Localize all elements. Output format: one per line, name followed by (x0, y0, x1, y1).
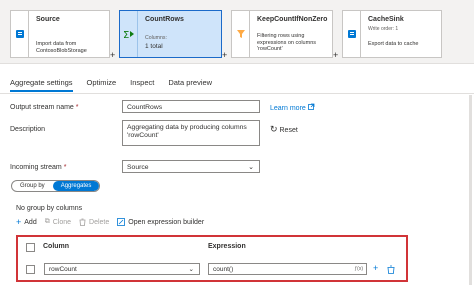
expression-builder-icon (117, 218, 126, 226)
select-all-checkbox[interactable] (26, 243, 35, 252)
chevron-down-icon: ⌄ (248, 164, 254, 171)
row-checkbox[interactable] (26, 265, 35, 274)
tab-aggregate-settings[interactable]: Aggregate settings (10, 78, 73, 92)
copy-icon: ⧉ (44, 218, 50, 225)
sink-node-description: Export data to cache (368, 41, 419, 47)
source-node-title: Source (36, 16, 60, 23)
settings-tabs: Aggregate settings Optimize Inspect Data… (10, 78, 212, 92)
source-node[interactable]: Source Import data from ContosoBlobStora… (10, 10, 110, 58)
column-select[interactable]: rowCount ⌄ (44, 263, 200, 275)
no-group-by-hint: No group by columns (16, 205, 83, 212)
svg-text:Σ: Σ (123, 30, 129, 39)
add-after-source-button[interactable]: + (110, 50, 115, 60)
sink-icon (343, 11, 361, 57)
function-icon[interactable]: ƒ(x) (354, 266, 363, 272)
reset-button[interactable]: ↻ Reset (270, 124, 298, 135)
description-textarea[interactable]: Aggregating data by producing columns 'r… (122, 120, 260, 146)
pivot-group-by[interactable]: Group by (12, 181, 53, 191)
expression-value: count() (213, 266, 234, 273)
incoming-stream-value: Source (127, 164, 149, 171)
clone-button[interactable]: ⧉ Clone (45, 218, 71, 226)
description-label: Description (10, 126, 46, 133)
column-value: rowCount (49, 266, 77, 273)
chevron-down-icon: ⌄ (188, 266, 194, 273)
sink-node-title: CacheSink (368, 16, 404, 23)
external-link-icon (307, 103, 315, 110)
delete-button[interactable]: Delete (79, 218, 109, 226)
expression-header: Expression (208, 243, 246, 250)
column-header: Column (43, 243, 70, 250)
scrollbar[interactable] (469, 95, 472, 285)
plus-icon: + (16, 217, 22, 227)
trash-icon[interactable] (387, 265, 395, 274)
reset-icon: ↻ (270, 124, 278, 134)
add-row-icon[interactable]: + (373, 263, 378, 273)
groupby-aggregates-toggle: Group by Aggregates (11, 180, 101, 192)
tab-divider (0, 93, 474, 94)
add-after-filter-button[interactable]: + (333, 50, 338, 60)
data-flow-canvas: Source Import data from ContosoBlobStora… (0, 0, 474, 64)
expression-input[interactable]: count() ƒ(x) (208, 263, 367, 275)
learn-more-link[interactable]: Learn more (270, 103, 315, 112)
incoming-stream-label: Incoming stream * (10, 164, 67, 171)
sink-node[interactable]: CacheSink Write order: 1 Export data to … (342, 10, 442, 58)
add-after-countrows-button[interactable]: + (222, 50, 227, 60)
aggregates-table: Column Expression rowCount ⌄ count() ƒ(x… (16, 235, 408, 282)
filter-node-title: KeepCountIfNonZero (257, 16, 328, 23)
countrows-node[interactable]: Σ CountRows Columns: 1 total (119, 10, 222, 58)
source-icon (11, 11, 29, 57)
aggregate-icon: Σ (120, 11, 138, 57)
countrows-node-title: CountRows (145, 16, 184, 23)
open-expression-builder-button[interactable]: Open expression builder (117, 218, 204, 226)
add-button[interactable]: + Add (16, 217, 37, 227)
aggregates-toolbar: + Add ⧉ Clone Delete Open expression bui… (16, 217, 204, 227)
output-stream-name-input[interactable]: CountRows (122, 100, 260, 113)
incoming-stream-select[interactable]: Source ⌄ (122, 160, 260, 173)
tab-inspect[interactable]: Inspect (130, 78, 154, 92)
sink-write-order: Write order: 1 (368, 26, 399, 32)
pivot-aggregates[interactable]: Aggregates (52, 181, 100, 191)
filter-node-description: Filtering rows using expressions on colu… (257, 33, 317, 52)
output-stream-label: Output stream name * (10, 104, 79, 111)
tab-data-preview[interactable]: Data preview (168, 78, 212, 92)
countrows-columns-value: 1 total (145, 43, 163, 50)
trash-icon (79, 218, 86, 226)
tab-optimize[interactable]: Optimize (87, 78, 117, 92)
countrows-columns-label: Columns: (145, 35, 167, 41)
filter-node[interactable]: KeepCountIfNonZero Filtering rows using … (231, 10, 333, 58)
filter-icon (232, 11, 250, 57)
source-node-description: Import data from ContosoBlobStorage (36, 41, 87, 54)
